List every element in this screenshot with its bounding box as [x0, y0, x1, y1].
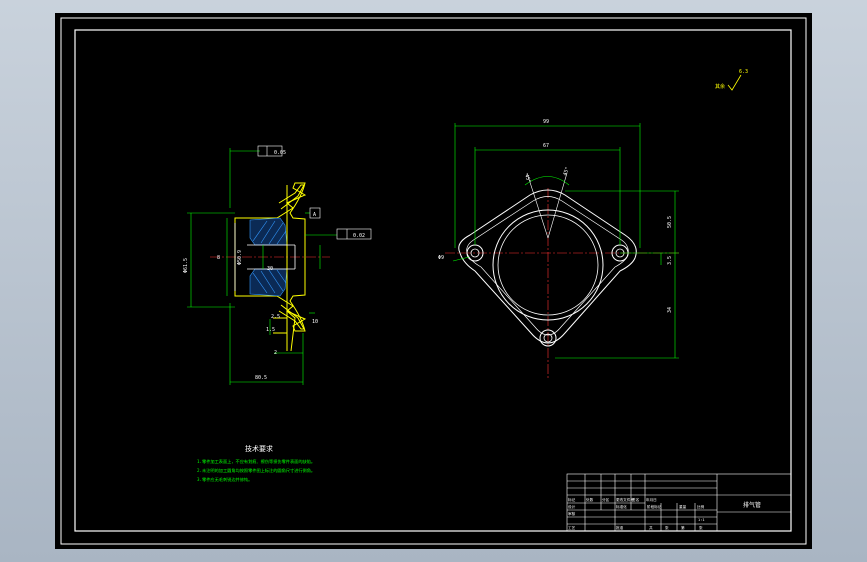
svg-text:6.3: 6.3 [739, 69, 748, 75]
svg-text:1:1: 1:1 [698, 518, 705, 522]
svg-text:设计: 设计 [568, 504, 576, 509]
svg-text:3.5: 3.5 [667, 256, 673, 265]
svg-text:共: 共 [649, 525, 653, 530]
inner-border [74, 29, 792, 532]
note-line: 2.未注明的加工圆角均按照零件图上标注的圆角尺寸进行倒角。 [197, 467, 315, 474]
svg-text:批准: 批准 [616, 525, 624, 530]
svg-text:年月日: 年月日 [646, 497, 657, 502]
cad-viewport[interactable]: 其余 6.3 0.05 0.02 A 80.5 Φ61.5 Φ50.9 30 8… [0, 0, 867, 562]
svg-text:99: 99 [543, 119, 549, 125]
svg-text:1.5: 1.5 [266, 327, 275, 333]
svg-text:2: 2 [274, 350, 277, 356]
svg-text:张: 张 [665, 525, 669, 530]
outer-border [60, 17, 807, 545]
svg-text:0.02: 0.02 [353, 233, 365, 239]
svg-text:67: 67 [543, 143, 549, 149]
svg-text:张: 张 [699, 525, 703, 530]
title-block[interactable]: 标记 处数 分区 更改文件号 签名 年月日 设计 标准化 审核 工艺 批准 阶段… [566, 473, 792, 532]
svg-text:Φ61.5: Φ61.5 [183, 258, 189, 273]
drawing-title: 排气管 [743, 501, 761, 509]
svg-text:45°: 45° [562, 166, 571, 177]
bolt-holes [466, 244, 629, 347]
svg-text:8: 8 [217, 255, 220, 261]
svg-text:10: 10 [312, 319, 318, 325]
svg-text:比例: 比例 [697, 504, 705, 509]
svg-text:处数: 处数 [586, 497, 594, 502]
svg-text:50.5: 50.5 [667, 216, 673, 228]
svg-text:重量: 重量 [679, 504, 687, 509]
svg-text:Φ9: Φ9 [438, 255, 444, 261]
svg-text:签名: 签名 [632, 497, 640, 502]
note-line: 3.零件应无毛刺锐边并修钝。 [197, 476, 252, 483]
svg-text:标准化: 标准化 [616, 504, 627, 509]
side-flange-view[interactable]: 99 67 45° 45° 50.5 3.5 34 Φ9 [438, 119, 680, 378]
svg-text:45°: 45° [523, 174, 532, 185]
note-line: 1.零件加工表面上，不应有划痕、擦伤等损伤零件表面的缺陷。 [197, 458, 315, 465]
svg-text:0.05: 0.05 [274, 150, 286, 156]
svg-text:第: 第 [681, 525, 685, 530]
svg-text:80.5: 80.5 [255, 375, 267, 381]
svg-text:标记: 标记 [568, 497, 576, 502]
svg-text:Φ50.9: Φ50.9 [237, 250, 243, 265]
drawing-sheet[interactable]: 其余 6.3 0.05 0.02 A 80.5 Φ61.5 Φ50.9 30 8… [55, 13, 812, 549]
svg-text:A: A [313, 212, 316, 218]
notes-heading: 技术要求 [245, 444, 273, 453]
front-section-view[interactable]: 0.05 0.02 A 80.5 Φ61.5 Φ50.9 30 8 2.5 10… [183, 145, 372, 385]
svg-text:30: 30 [267, 266, 273, 272]
svg-text:审核: 审核 [568, 511, 576, 516]
drawing-canvas[interactable]: 其余 6.3 0.05 0.02 A 80.5 Φ61.5 Φ50.9 30 8… [55, 13, 812, 549]
svg-text:工艺: 工艺 [568, 525, 576, 530]
surface-roughness-symbol: 其余 6.3 [715, 69, 748, 91]
svg-text:分区: 分区 [602, 497, 610, 502]
svg-text:34: 34 [667, 307, 673, 313]
svg-text:2.5: 2.5 [271, 314, 280, 320]
svg-text:其余: 其余 [715, 83, 725, 90]
flange-inner-outline [466, 196, 629, 336]
svg-text:阶段标记: 阶段标记 [647, 504, 662, 509]
technical-notes[interactable]: 技术要求 1.零件加工表面上，不应有划痕、擦伤等损伤零件表面的缺陷。 2.未注明… [197, 444, 315, 483]
